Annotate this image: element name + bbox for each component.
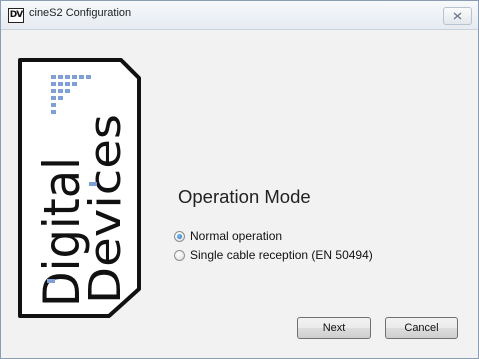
cancel-button[interactable]: Cancel — [385, 317, 458, 339]
close-icon — [453, 12, 462, 20]
window-title: cineS2 Configuration — [29, 7, 132, 19]
next-button[interactable]: Next — [297, 317, 371, 339]
content-area: Digital Devices Operation Mode Normal op… — [1, 30, 478, 358]
radio-normal-operation[interactable]: Normal operation — [174, 229, 282, 243]
radio-checked-icon[interactable] — [174, 230, 185, 242]
digital-devices-logo: Digital Devices — [17, 57, 142, 323]
page-title: Operation Mode — [178, 186, 311, 207]
close-button[interactable] — [443, 7, 472, 25]
radio-label: Normal operation — [190, 229, 283, 243]
app-icon: DV — [8, 8, 24, 23]
title-bar[interactable]: DV cineS2 Configuration — [1, 1, 478, 30]
logo-text-line2: Devices — [80, 114, 131, 304]
radio-unchecked-icon[interactable] — [174, 249, 185, 261]
radio-single-cable[interactable]: Single cable reception (EN 50494) — [174, 248, 373, 262]
radio-label: Single cable reception (EN 50494) — [190, 248, 373, 262]
config-window: DV cineS2 Configuration Digital Devices … — [0, 0, 479, 359]
